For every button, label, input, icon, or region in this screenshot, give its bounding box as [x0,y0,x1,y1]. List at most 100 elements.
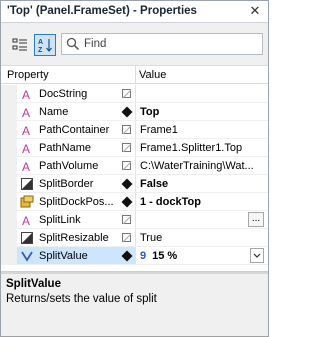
row-gutter [1,247,17,265]
row-gutter [1,157,17,175]
boolean-property-icon [20,231,34,245]
column-divider [135,193,136,211]
row-gutter [1,85,17,103]
row-divider [17,264,268,265]
search-icon [66,37,80,51]
property-grid: Property Value A DocString A Name Top A PathCo… [1,65,268,271]
column-divider [135,157,136,175]
modified-marker-icon [120,249,134,263]
svg-text:A: A [22,124,30,137]
property-row[interactable]: A DocString [1,85,268,103]
property-row[interactable]: SplitDockPos... 1 - dockTop [1,193,268,211]
string-property-icon: A [20,87,34,102]
svg-text:A: A [22,142,30,155]
property-value[interactable]: Top [140,106,264,118]
property-name: Name [39,106,69,118]
property-value[interactable]: C:\WaterTraining\Wat... [140,160,264,172]
boolean-property-icon [20,177,34,191]
property-row[interactable]: SplitBorder False [1,175,268,193]
default-marker-icon [120,87,134,101]
property-row[interactable]: A SplitLink... [1,211,268,229]
property-name: SplitResizable [39,232,109,244]
enum-property-icon [20,195,34,209]
modified-marker-icon [120,105,134,119]
row-gutter [1,175,17,193]
property-name: PathContainer [39,124,110,136]
numeric-type-icon: 9 [140,250,147,262]
row-gutter [1,103,17,121]
grid-header: Property Value [1,66,268,84]
search-box[interactable] [61,33,263,55]
property-name: SplitBorder [39,178,94,190]
string-property-icon: A [20,213,34,228]
string-property-icon: A [20,105,34,120]
string-property-icon: A [20,159,34,174]
default-marker-icon [120,213,134,227]
property-name: SplitDockPos... [39,196,114,208]
description-panel: SplitValue Returns/sets the value of spl… [1,271,268,336]
title-bar: 'Top' (Panel.FrameSet) - Properties ✕ [1,1,268,23]
window-title: 'Top' (Panel.FrameSet) - Properties [7,5,197,17]
property-name: DocString [39,88,88,100]
search-input[interactable] [84,36,259,52]
string-property-icon: A [20,141,34,156]
property-row[interactable]: A Name Top [1,103,268,121]
property-value-text: True [140,232,163,244]
svg-text:A: A [22,214,30,227]
column-divider [135,175,136,193]
column-divider [135,121,136,139]
modified-marker-icon [120,195,134,209]
property-value[interactable]: True [140,232,264,244]
property-name: SplitLink [39,214,81,226]
row-gutter [1,121,17,139]
row-gutter [1,229,17,247]
property-value[interactable]: Frame1 [140,124,264,136]
property-value[interactable]: False [140,178,264,190]
property-name: PathName [39,142,91,154]
svg-text:A: A [22,106,30,119]
property-value-text: 15 % [152,250,178,262]
svg-text:A: A [38,39,43,46]
property-value[interactable]: 9 15 % [140,250,264,262]
value-column-header[interactable]: Value [139,69,166,81]
property-row[interactable]: A PathName Frame1.Splitter1.Top [1,139,268,157]
default-marker-icon [120,231,134,245]
column-divider[interactable] [135,66,136,84]
row-gutter [1,193,17,211]
ellipsis-button[interactable]: ... [248,212,264,227]
column-divider [135,85,136,103]
default-marker-icon [120,141,134,155]
string-property-icon: A [20,123,34,138]
property-row[interactable]: SplitValue 9 15 % [1,247,268,265]
description-splitter[interactable] [1,272,268,274]
description-title: SplitValue [6,278,61,290]
property-value-text: 1 - dockTop [140,196,201,208]
column-divider [135,229,136,247]
description-text: Returns/sets the value of split [6,293,157,305]
toolbar: A Z [1,24,268,65]
property-row[interactable]: A PathContainer Frame1 [1,121,268,139]
property-value[interactable]: Frame1.Splitter1.Top [140,142,264,154]
property-value[interactable]: 1 - dockTop [140,196,264,208]
property-row[interactable]: SplitResizable True [1,229,268,247]
properties-window: 'Top' (Panel.FrameSet) - Properties ✕ A … [0,0,269,337]
column-divider [135,139,136,157]
row-gutter [1,211,17,229]
alphabetical-sort-icon: A Z [38,39,52,53]
property-value-text: Top [140,106,160,118]
alphabetical-sort-button[interactable]: A Z [34,34,56,56]
numeric-property-icon [20,249,34,263]
default-marker-icon [120,159,134,173]
chevron-down-icon [253,253,261,258]
property-row[interactable]: A PathVolume C:\WaterTraining\Wat... [1,157,268,175]
column-divider [135,211,136,229]
svg-text:A: A [22,160,30,173]
property-column-header[interactable]: Property [7,69,49,81]
dropdown-button[interactable] [250,248,264,263]
property-name: SplitValue [39,250,88,262]
close-icon[interactable]: ✕ [248,4,262,18]
modified-marker-icon [120,177,134,191]
categorized-view-button[interactable] [9,34,31,56]
row-gutter [1,139,17,157]
default-marker-icon [120,123,134,137]
